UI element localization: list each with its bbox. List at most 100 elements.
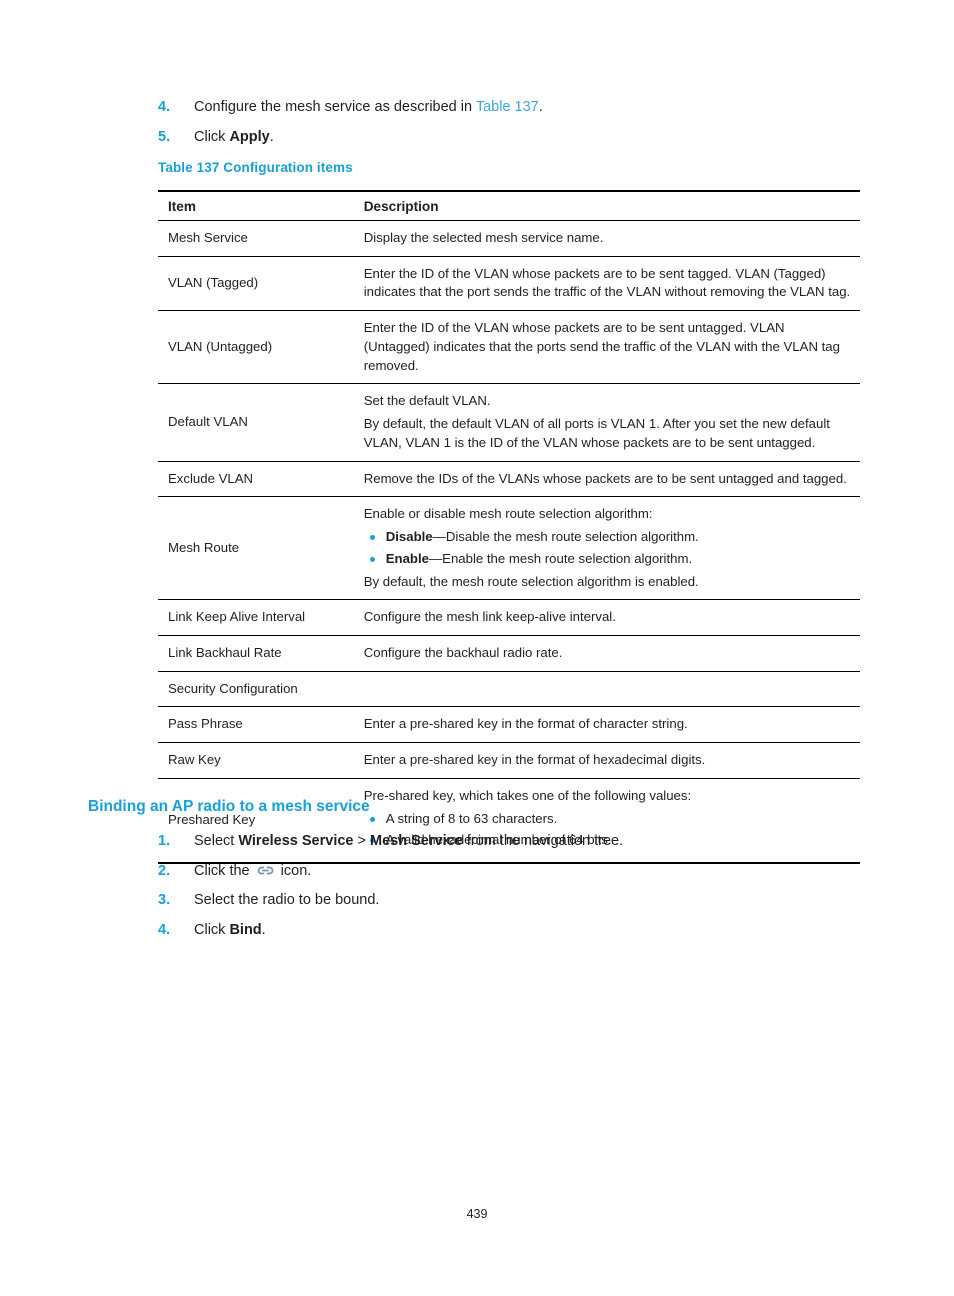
column-header-item: Item [158, 192, 354, 221]
configuration-items-table: Item Description Mesh Service Display the… [158, 190, 860, 865]
column-header-description: Description [353, 192, 860, 221]
description-paragraph: Set the default VLAN. [363, 393, 491, 409]
description-paragraph: Pre-shared key, which takes one of the f… [363, 787, 692, 803]
table-row: Raw Key Enter a pre-shared key in the for… [158, 742, 860, 779]
step-number: 4. [158, 921, 171, 938]
description-paragraph: Configure the mesh link keep-alive inter… [363, 609, 616, 625]
description-paragraph: Enable or disable mesh route selection a… [363, 506, 653, 522]
bullet-text: —Enable the mesh route selection algorit… [428, 550, 693, 566]
table-cell-item: VLAN (Untagged) [158, 310, 354, 385]
table-row: Pass Phrase Enter a pre-shared key in the… [158, 706, 860, 744]
table-cell-item: Default VLAN [158, 383, 354, 462]
table-cell-item: Raw Key [158, 742, 354, 779]
list-item: 5. Click Apply. [158, 128, 878, 148]
table-row: Link Keep Alive Interval Configure the me… [158, 599, 860, 637]
step-text-post: icon. [276, 862, 312, 879]
description-paragraph: Enter the ID of the VLAN whose packets a… [363, 320, 840, 373]
table-cell-item: Mesh Route [158, 496, 354, 601]
bullet-item: Enable—Enable the mesh route selection a… [364, 550, 852, 569]
step-number: 2. [158, 862, 171, 879]
bullet-text: —Disable the mesh route selection algori… [432, 529, 699, 545]
step-text-pre: Configure the mesh service as described … [194, 99, 476, 115]
step-text: Select Wireless Service > Mesh Service f… [194, 832, 878, 852]
page-number: 439 [466, 1207, 488, 1221]
table-row: Mesh Service Display the selected mesh se… [158, 220, 860, 257]
description-paragraph: Enter a pre-shared key in the format of … [363, 752, 706, 768]
step-number: 5. [158, 128, 171, 145]
table-cell-description: Display the selected mesh service name. [353, 220, 860, 257]
table-head: Item Description [158, 190, 860, 221]
table-cell-item: Exclude VLAN [158, 461, 354, 498]
step-text-pre: Click [194, 128, 230, 145]
step-text: Configure the mesh service as described … [194, 98, 878, 118]
step-number: 1. [158, 833, 171, 849]
list-item: 2. Click the icon. [158, 862, 878, 882]
step-text-post: from the navigation tree. [462, 833, 624, 849]
bullet-text: A string of 8 to 63 characters. [385, 810, 558, 826]
bind-button-label: Bind [229, 921, 262, 938]
table-row: Security Configuration [158, 671, 860, 708]
page-section-heading: Binding an AP radio to a mesh service [88, 798, 370, 815]
table-cell-description: Enter a pre-shared key in the format of … [353, 706, 860, 744]
step-text-post: . [261, 921, 266, 938]
step-text-pre: Click [194, 921, 230, 938]
bullet-item: A string of 8 to 63 characters. [364, 810, 852, 829]
table-cell-description: Enter a pre-shared key in the format of … [353, 742, 860, 779]
table-cell-item: Pass Phrase [158, 706, 354, 744]
description-paragraph: Display the selected mesh service name. [363, 230, 604, 245]
step-text: Select the radio to be bound. [194, 892, 380, 909]
table-cell-description: Set the default VLAN. By default, the def… [353, 383, 860, 462]
table-cell-description: Enter the ID of the VLAN whose packets a… [353, 256, 860, 312]
step-number: 3. [158, 892, 171, 909]
table-cell-item: VLAN (Tagged) [158, 256, 354, 312]
bullet-term: Enable [385, 550, 429, 566]
menu-wireless-service: Wireless Service [238, 833, 354, 849]
description-paragraph: Enter the ID of the VLAN whose packets a… [363, 265, 851, 300]
table-row: VLAN (Untagged) Enter the ID of the VLAN … [158, 310, 860, 385]
table-row: Exclude VLAN Remove the IDs of the VLANs … [158, 461, 860, 498]
step-text: Click Bind. [194, 921, 878, 941]
apply-button-label: Apply [229, 128, 270, 145]
table-cell-item: Link Keep Alive Interval [158, 599, 354, 637]
step-text-pre: Select [194, 833, 239, 849]
table-cell-description: Remove the IDs of the VLANs whose packet… [353, 461, 860, 498]
bullet-item: Disable—Disable the mesh route selection… [364, 528, 852, 547]
table-body: Mesh Service Display the selected mesh se… [158, 220, 860, 865]
step-text-post: . [538, 99, 543, 115]
document-page: 4. Configure the mesh service as describ… [0, 0, 954, 1296]
menu-mesh-service: Mesh Service [370, 833, 463, 849]
table-cell-item: Mesh Service [158, 220, 354, 257]
table-header-row: Item Description [158, 192, 860, 221]
table-caption: Table 137 Configuration items [158, 160, 353, 175]
step-number: 4. [158, 99, 171, 115]
table-row: Mesh Route Enable or disable mesh route s… [158, 496, 860, 601]
table-cell-description: Configure the mesh link keep-alive inter… [353, 599, 860, 637]
description-bullet-list: Disable—Disable the mesh route selection… [364, 528, 852, 568]
menu-separator: > [353, 833, 371, 849]
table-137-link[interactable]: Table 137 [476, 99, 539, 115]
table-cell-description: Configure the backhaul radio rate. [353, 635, 860, 672]
table-cell-description [353, 671, 860, 708]
table-row: Default VLAN Set the default VLAN. By defa… [158, 383, 860, 462]
step-text: Click Apply. [194, 128, 878, 148]
step-text-pre: Click the [194, 862, 254, 879]
table-cell-description: Enable or disable mesh route selection a… [353, 496, 860, 601]
step-text: Click the icon. [194, 862, 878, 882]
table-cell-description: Enter the ID of the VLAN whose packets a… [353, 310, 860, 385]
bullet-term: Disable [385, 529, 433, 545]
table-row: VLAN (Tagged) Enter the ID of the VLAN wh… [158, 256, 860, 312]
step-text-post: . [269, 128, 274, 145]
table-cell-item: Security Configuration [158, 671, 354, 708]
bind-link-icon[interactable] [257, 864, 274, 877]
table-cell-item: Link Backhaul Rate [158, 635, 354, 672]
intro-step-list: 4. Configure the mesh service as describ… [158, 98, 878, 157]
description-paragraph: By default, the mesh route selection alg… [363, 573, 699, 589]
list-item: 4. Click Bind. [158, 921, 878, 941]
description-paragraph: Configure the backhaul radio rate. [363, 645, 563, 661]
binding-step-list: 1. Select Wireless Service > Mesh Servic… [158, 832, 878, 950]
list-item: 3. Select the radio to be bound. [158, 891, 878, 911]
description-paragraph: Remove the IDs of the VLANs whose packet… [363, 470, 847, 486]
description-paragraph: By default, the default VLAN of all port… [363, 416, 830, 450]
table-row: Link Backhaul Rate Configure the backhaul… [158, 635, 860, 672]
list-item: 1. Select Wireless Service > Mesh Servic… [158, 832, 878, 852]
